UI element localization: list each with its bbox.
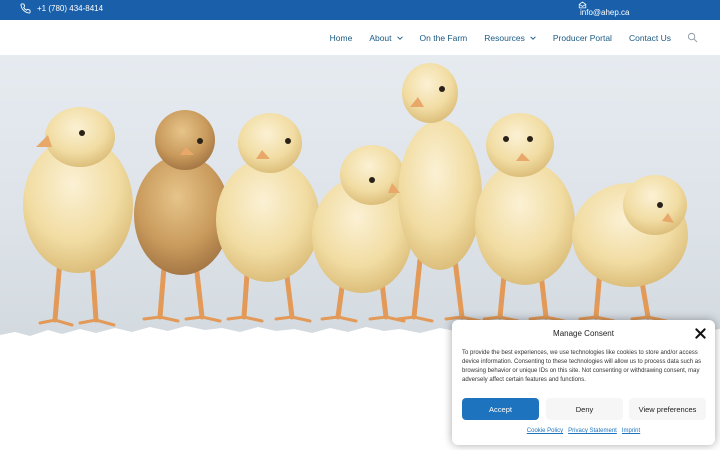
chevron-down-icon: [396, 35, 403, 40]
email-link[interactable]: info@ahep.ca: [578, 1, 630, 17]
close-icon[interactable]: [695, 328, 706, 339]
nav-item-contact-us[interactable]: Contact Us: [629, 33, 671, 43]
accept-button[interactable]: Accept: [462, 398, 539, 420]
main-header: Home About On the Farm Resources Produce…: [0, 20, 720, 55]
nav-item-on-the-farm[interactable]: On the Farm: [420, 33, 468, 43]
cookie-policy-link[interactable]: Cookie Policy: [527, 428, 563, 434]
chicks-illustration: [23, 63, 688, 327]
deny-button[interactable]: Deny: [546, 398, 623, 420]
view-preferences-button[interactable]: View preferences: [629, 398, 706, 420]
cookie-consent-dialog: Manage Consent To provide the best exper…: [452, 320, 715, 445]
nav-item-resources[interactable]: Resources: [484, 33, 536, 43]
nav-item-producer-portal[interactable]: Producer Portal: [553, 33, 612, 43]
email-address: info@ahep.ca: [580, 8, 630, 17]
imprint-link[interactable]: Imprint: [622, 428, 640, 434]
phone-link[interactable]: +1 (780) 434-8414: [20, 3, 103, 14]
page: +1 (780) 434-8414 info@ahep.ca Home Abou…: [0, 0, 720, 450]
nav-label: On the Farm: [419, 32, 468, 43]
nav-label: Home: [329, 32, 353, 43]
phone-number: +1 (780) 434-8414: [37, 4, 104, 13]
nav-label: About: [369, 32, 392, 43]
nav-item-home[interactable]: Home: [330, 33, 353, 43]
nav-label: Producer Portal: [552, 32, 612, 43]
privacy-statement-link[interactable]: Privacy Statement: [568, 428, 617, 434]
chevron-down-icon: [530, 35, 536, 40]
main-nav: Home About On the Farm Resources Produce…: [313, 20, 698, 55]
top-contact-bar: +1 (780) 434-8414 info@ahep.ca: [0, 0, 720, 20]
consent-title: Manage Consent: [553, 329, 614, 338]
nav-item-about[interactable]: About: [369, 32, 403, 43]
consent-message: To provide the best experiences, we use …: [462, 350, 702, 383]
search-icon: [687, 32, 698, 43]
search-button[interactable]: [687, 32, 698, 43]
nav-label: Contact Us: [628, 32, 671, 43]
phone-icon: [20, 3, 31, 14]
hero-image: [0, 55, 720, 345]
nav-label: Resources: [484, 32, 525, 43]
consent-links: Cookie Policy Privacy Statement Imprint: [452, 428, 715, 434]
